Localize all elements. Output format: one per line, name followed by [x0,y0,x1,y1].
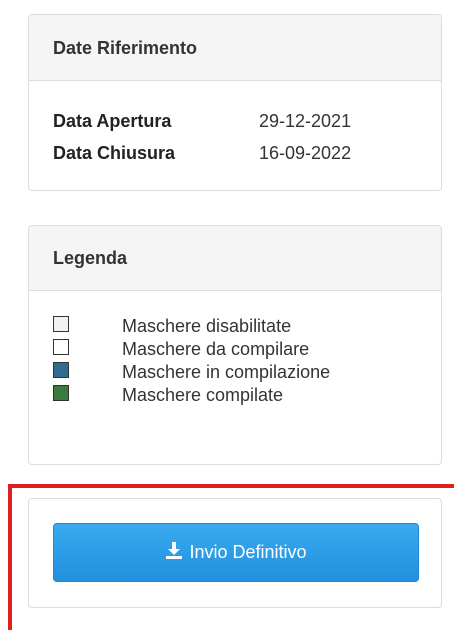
download-icon [165,541,183,564]
legend-label: Maschere compilate [122,385,284,405]
legend-label: Maschere in compilazione [122,362,331,382]
data-chiusura-value: 16-09-2022 [259,143,352,163]
data-apertura-label: Data Apertura [53,111,172,131]
invio-panel: Invio Definitivo [28,498,442,608]
legend-swatch [53,362,69,378]
legend-label: Maschere da compilare [122,339,310,359]
invio-definitivo-button[interactable]: Invio Definitivo [53,523,419,582]
panel-title: Date Riferimento [29,15,441,81]
data-apertura-row: Data Apertura 29-12-2021 [53,110,351,132]
legend-swatch [53,316,69,332]
legend-swatch [53,385,69,401]
data-chiusura-row: Data Chiusura 16-09-2022 [53,142,351,164]
legend-label: Maschere disabilitate [122,316,292,336]
highlight-border-left [8,484,12,630]
invio-definitivo-label: Invio Definitivo [189,542,307,562]
highlight-border-top [8,484,454,488]
legend-swatch [53,339,69,355]
data-apertura-value: 29-12-2021 [259,111,352,131]
legenda-panel: Legenda Maschere disabilitate Maschere d… [28,225,442,465]
data-chiusura-label: Data Chiusura [53,143,176,163]
panel-title: Legenda [29,226,441,291]
date-riferimento-panel: Date Riferimento Data Apertura 29-12-2021… [28,14,442,191]
